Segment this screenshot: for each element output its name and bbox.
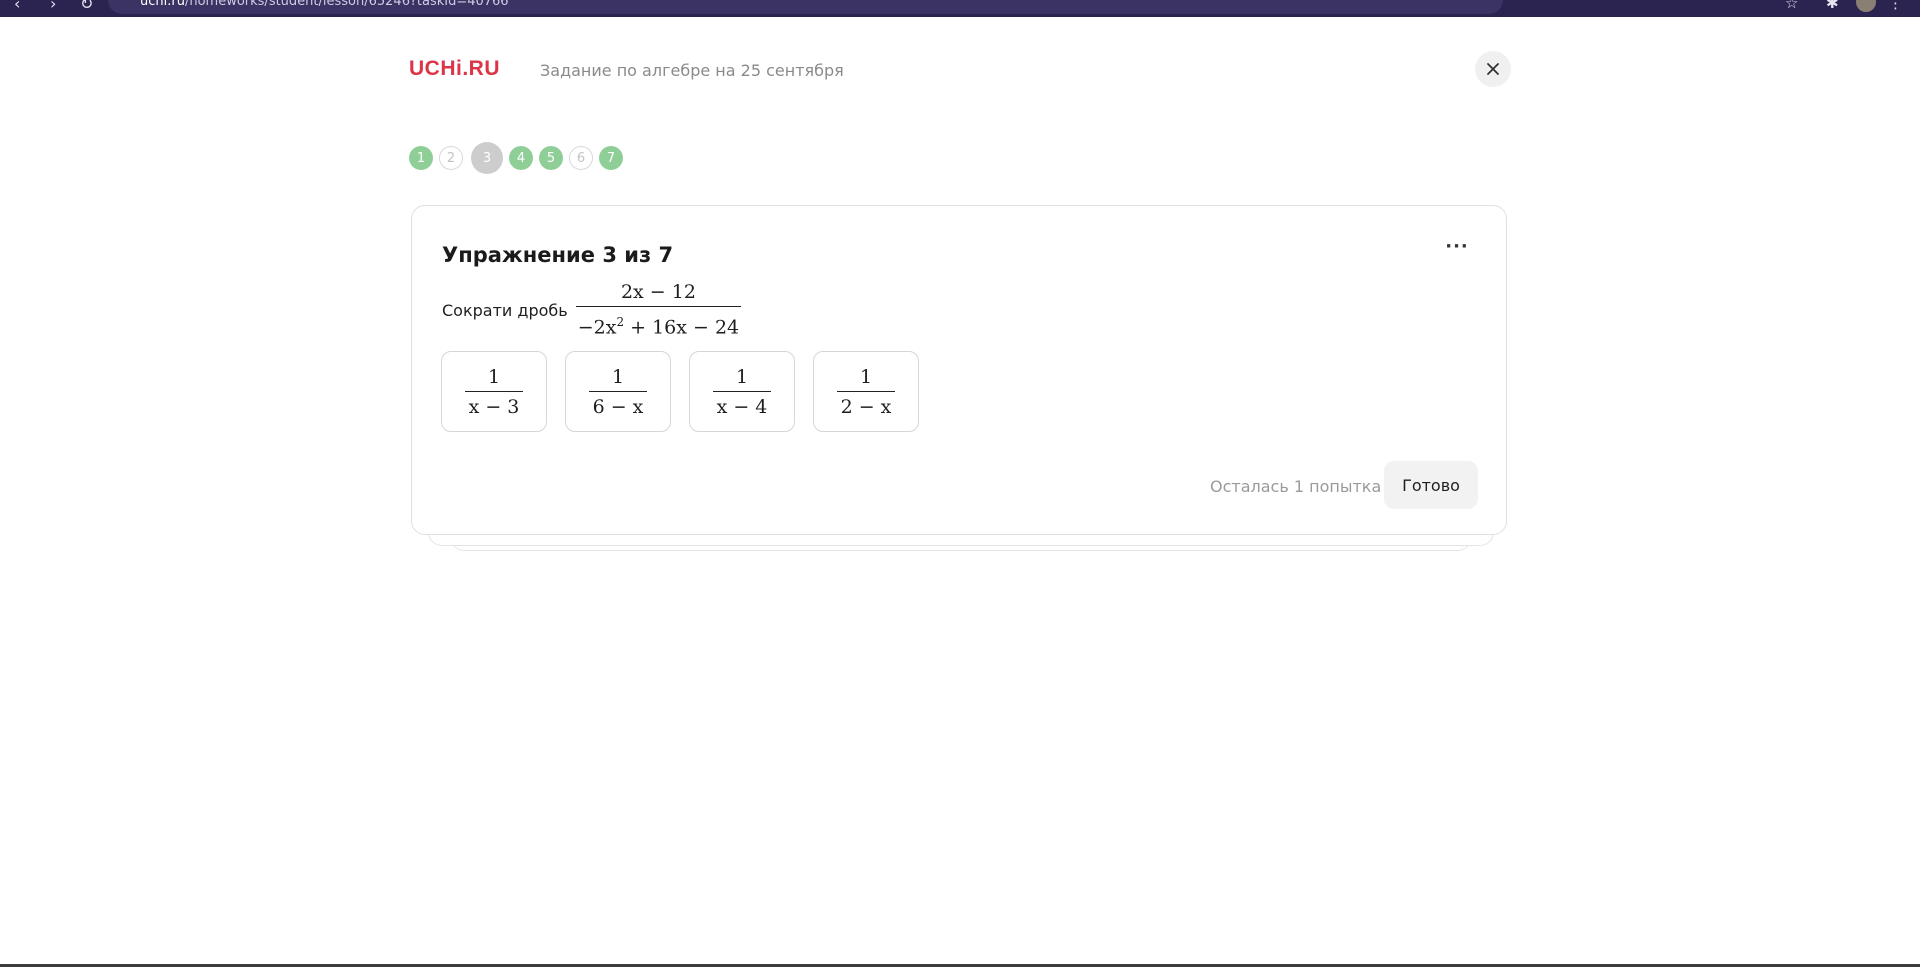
close-button[interactable] <box>1475 51 1511 87</box>
uchi-logo[interactable]: UCHi.RU <box>409 57 500 81</box>
option-numerator: 1 <box>859 365 873 388</box>
back-icon[interactable]: ‹ <box>14 0 20 13</box>
attempts-remaining: Осталась 1 попытка <box>1210 477 1382 496</box>
fraction-denominator: −2x2 + 16x − 24 <box>577 315 740 339</box>
reload-icon[interactable]: ↻ <box>80 0 93 13</box>
browser-menu-icon[interactable]: ⋮ <box>1888 0 1903 12</box>
bookmark-star-icon[interactable]: ☆ <box>1785 0 1798 12</box>
step-3[interactable]: 3 <box>471 142 503 174</box>
answer-option-2[interactable]: 1 6 − x <box>565 351 671 432</box>
address-url[interactable]: uchi.ru/homeworks/student/lesson/65246?t… <box>140 0 509 9</box>
option-denominator: x − 3 <box>468 395 520 418</box>
done-button[interactable]: Готово <box>1384 461 1478 509</box>
exercise-card: Упражнение 3 из 7 ··· Сократи дробь 2x −… <box>411 205 1507 535</box>
option-numerator: 1 <box>487 365 501 388</box>
option-denominator: 2 − x <box>840 395 892 418</box>
more-options-button[interactable]: ··· <box>1442 236 1472 260</box>
extensions-icon[interactable]: ✱ <box>1826 0 1839 12</box>
step-5[interactable]: 5 <box>539 146 563 170</box>
step-7[interactable]: 7 <box>599 146 623 170</box>
exercise-title: Упражнение 3 из 7 <box>442 243 674 267</box>
option-numerator: 1 <box>611 365 625 388</box>
forward-icon[interactable]: › <box>50 0 56 13</box>
answer-option-3[interactable]: 1 x − 4 <box>689 351 795 432</box>
question-text: Сократи дробь <box>442 300 568 320</box>
option-denominator: x − 4 <box>716 395 768 418</box>
step-6[interactable]: 6 <box>569 146 593 170</box>
step-4[interactable]: 4 <box>509 146 533 170</box>
option-denominator: 6 − x <box>592 395 644 418</box>
step-2[interactable]: 2 <box>439 146 463 170</box>
browser-toolbar: ‹ › ↻ uchi.ru/homeworks/student/lesson/6… <box>0 0 1920 17</box>
answer-option-4[interactable]: 1 2 − x <box>813 351 919 432</box>
fraction-numerator: 2x − 12 <box>620 281 696 304</box>
answer-option-1[interactable]: 1 x − 3 <box>441 351 547 432</box>
question: Сократи дробь 2x − 12 −2x2 + 16x − 24 <box>442 281 742 339</box>
profile-avatar[interactable] <box>1856 0 1876 12</box>
close-icon <box>1487 63 1499 75</box>
step-1[interactable]: 1 <box>409 146 433 170</box>
option-numerator: 1 <box>735 365 749 388</box>
assignment-title: Задание по алгебре на 25 сентября <box>540 61 844 80</box>
question-fraction: 2x − 12 −2x2 + 16x − 24 <box>575 281 742 339</box>
